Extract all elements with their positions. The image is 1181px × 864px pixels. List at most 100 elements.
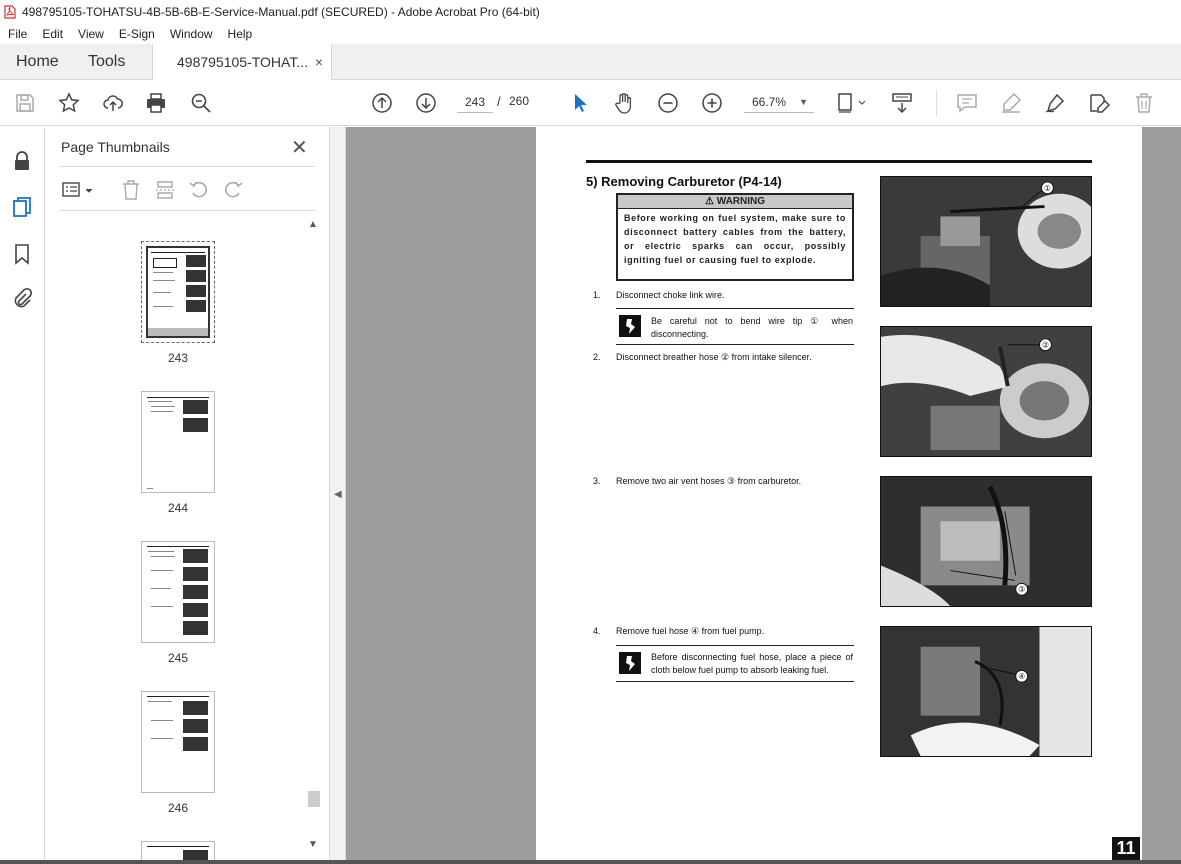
- thumbnail-text: [151, 588, 171, 589]
- window-title: 498795105-TOHATSU-4B-5B-6B-E-Service-Man…: [22, 5, 540, 19]
- page-thumbnails-panel: Page Thumbnails ✕ 243 244 245 246 ▲ ▼: [45, 127, 330, 862]
- warning-header-label: WARNING: [716, 196, 766, 207]
- zoom-level-select[interactable]: 66.7% ▼: [744, 91, 814, 113]
- menu-window[interactable]: Window: [162, 27, 220, 41]
- status-strip: [0, 860, 1181, 864]
- thumbnail-text: [148, 551, 174, 552]
- scroll-down-icon[interactable]: ▼: [308, 839, 318, 850]
- thumbnail-options-icon[interactable]: [61, 179, 97, 201]
- next-page-icon[interactable]: [414, 91, 438, 115]
- section-title: 5) Removing Carburetor (P4-14): [586, 174, 782, 189]
- print-icon[interactable]: [144, 91, 168, 115]
- rotate-right-icon[interactable]: [222, 179, 244, 201]
- lock-icon[interactable]: [10, 149, 34, 173]
- thumbnail-text: [148, 401, 172, 402]
- photo-callout: ④: [1018, 672, 1025, 681]
- step-number: 1.: [593, 290, 601, 300]
- menu-edit[interactable]: Edit: [34, 27, 70, 41]
- thumbnail-rule: [147, 397, 209, 398]
- thumbnail-photo: [183, 418, 208, 432]
- left-navigation-rail: [0, 127, 45, 864]
- thumbnails-scrollbar[interactable]: ▲ ▼: [307, 219, 320, 857]
- thumbnail-visible-area: [148, 328, 208, 336]
- thumbnail-page-243[interactable]: [138, 238, 218, 346]
- document-viewer[interactable]: 5) Removing Carburetor (P4-14) ⚠ WARNING…: [346, 127, 1181, 860]
- panel-title: Page Thumbnails: [61, 139, 170, 155]
- menu-file[interactable]: File: [0, 27, 34, 41]
- thumbnail-rule: [151, 252, 205, 253]
- chevron-down-icon: ▼: [799, 97, 808, 107]
- document-page: 5) Removing Carburetor (P4-14) ⚠ WARNING…: [536, 127, 1142, 860]
- photo-air-vent-hoses: ③: [880, 476, 1092, 607]
- thumbnail-page-245[interactable]: [141, 541, 215, 643]
- bookmarks-icon[interactable]: [10, 242, 34, 266]
- select-cursor-icon[interactable]: [568, 91, 592, 115]
- thumbnail-photo: [183, 567, 208, 581]
- menu-view[interactable]: View: [70, 27, 111, 41]
- tab-home[interactable]: Home: [16, 44, 59, 80]
- page-header-rule: [586, 160, 1092, 163]
- share-upload-icon[interactable]: [101, 91, 125, 115]
- thumbnail-text: [153, 280, 175, 281]
- page-fit-icon[interactable]: [836, 91, 868, 115]
- photo-fuel-hose: ④: [880, 626, 1092, 757]
- panel-divider: [59, 166, 315, 167]
- tab-close-icon[interactable]: ×: [315, 44, 323, 80]
- note-box: Before disconnecting fuel hose, place a …: [616, 645, 854, 682]
- thumbnail-label: 246: [167, 801, 189, 815]
- thumbnail-footer: [147, 488, 153, 489]
- thumbnail-text: [153, 306, 173, 307]
- attachment-paperclip-icon[interactable]: [10, 287, 34, 311]
- step-number: 3.: [593, 476, 601, 486]
- window-titlebar: 498795105-TOHATSU-4B-5B-6B-E-Service-Man…: [0, 0, 1181, 24]
- page-thumbnails-icon[interactable]: [10, 195, 34, 219]
- delete-page-icon[interactable]: [120, 179, 142, 201]
- collapse-left-icon[interactable]: ◀: [334, 489, 342, 500]
- thumbnail-label: 244: [167, 501, 189, 515]
- thumbnail-photo: [183, 621, 208, 635]
- zoom-in-icon[interactable]: [700, 91, 724, 115]
- current-page-input[interactable]: 243: [457, 91, 493, 113]
- extract-pages-icon[interactable]: [154, 179, 176, 201]
- scroll-mode-icon[interactable]: [890, 91, 914, 115]
- thumbnail-page-246[interactable]: [141, 691, 215, 793]
- thumbnail-page-247[interactable]: [141, 841, 215, 862]
- sign-pen-icon[interactable]: [1043, 91, 1067, 115]
- scrollbar-thumb[interactable]: [308, 791, 320, 807]
- tab-tools[interactable]: Tools: [88, 44, 125, 80]
- thumbnail-warning: [153, 258, 177, 268]
- zoom-search-icon[interactable]: [189, 91, 213, 115]
- menu-help[interactable]: Help: [220, 27, 260, 41]
- step-number: 2.: [593, 352, 601, 362]
- thumbnail-photo: [186, 255, 206, 267]
- highlight-pen-icon[interactable]: [999, 91, 1023, 115]
- thumbnail-photo: [186, 270, 206, 282]
- comment-icon[interactable]: [955, 91, 979, 115]
- rotate-left-icon[interactable]: [188, 179, 210, 201]
- thumbnail-text: [151, 411, 173, 412]
- menu-bar: File Edit View E-Sign Window Help: [0, 24, 1181, 44]
- bookmark-star-icon[interactable]: [57, 91, 81, 115]
- thumbnail-photo: [183, 737, 208, 751]
- close-icon[interactable]: ✕: [291, 135, 308, 160]
- acrobat-pdf-icon: [4, 5, 16, 19]
- step-text: Disconnect choke link wire.: [616, 290, 725, 300]
- tab-document[interactable]: 498795105-TOHAT... ×: [152, 44, 332, 81]
- delete-trash-icon[interactable]: [1132, 91, 1156, 115]
- thumbnail-page-244[interactable]: [141, 391, 215, 493]
- photo-callout: ①: [1044, 184, 1051, 193]
- menu-esign[interactable]: E-Sign: [111, 27, 162, 41]
- hand-tool-icon[interactable]: [612, 91, 636, 115]
- zoom-out-icon[interactable]: [656, 91, 680, 115]
- thumbnail-label: 245: [167, 651, 189, 665]
- edit-pdf-icon[interactable]: [1087, 91, 1111, 115]
- panel-collapse-bar[interactable]: ◀: [330, 127, 346, 860]
- save-icon[interactable]: [13, 91, 37, 115]
- thumbnail-photo: [186, 300, 206, 312]
- step-number: 4.: [593, 626, 601, 636]
- photo-callout: ③: [1018, 585, 1025, 594]
- scroll-up-icon[interactable]: ▲: [308, 219, 318, 230]
- thumbnail-rule: [147, 546, 209, 547]
- tab-document-label: 498795105-TOHAT...: [177, 54, 309, 70]
- previous-page-icon[interactable]: [370, 91, 394, 115]
